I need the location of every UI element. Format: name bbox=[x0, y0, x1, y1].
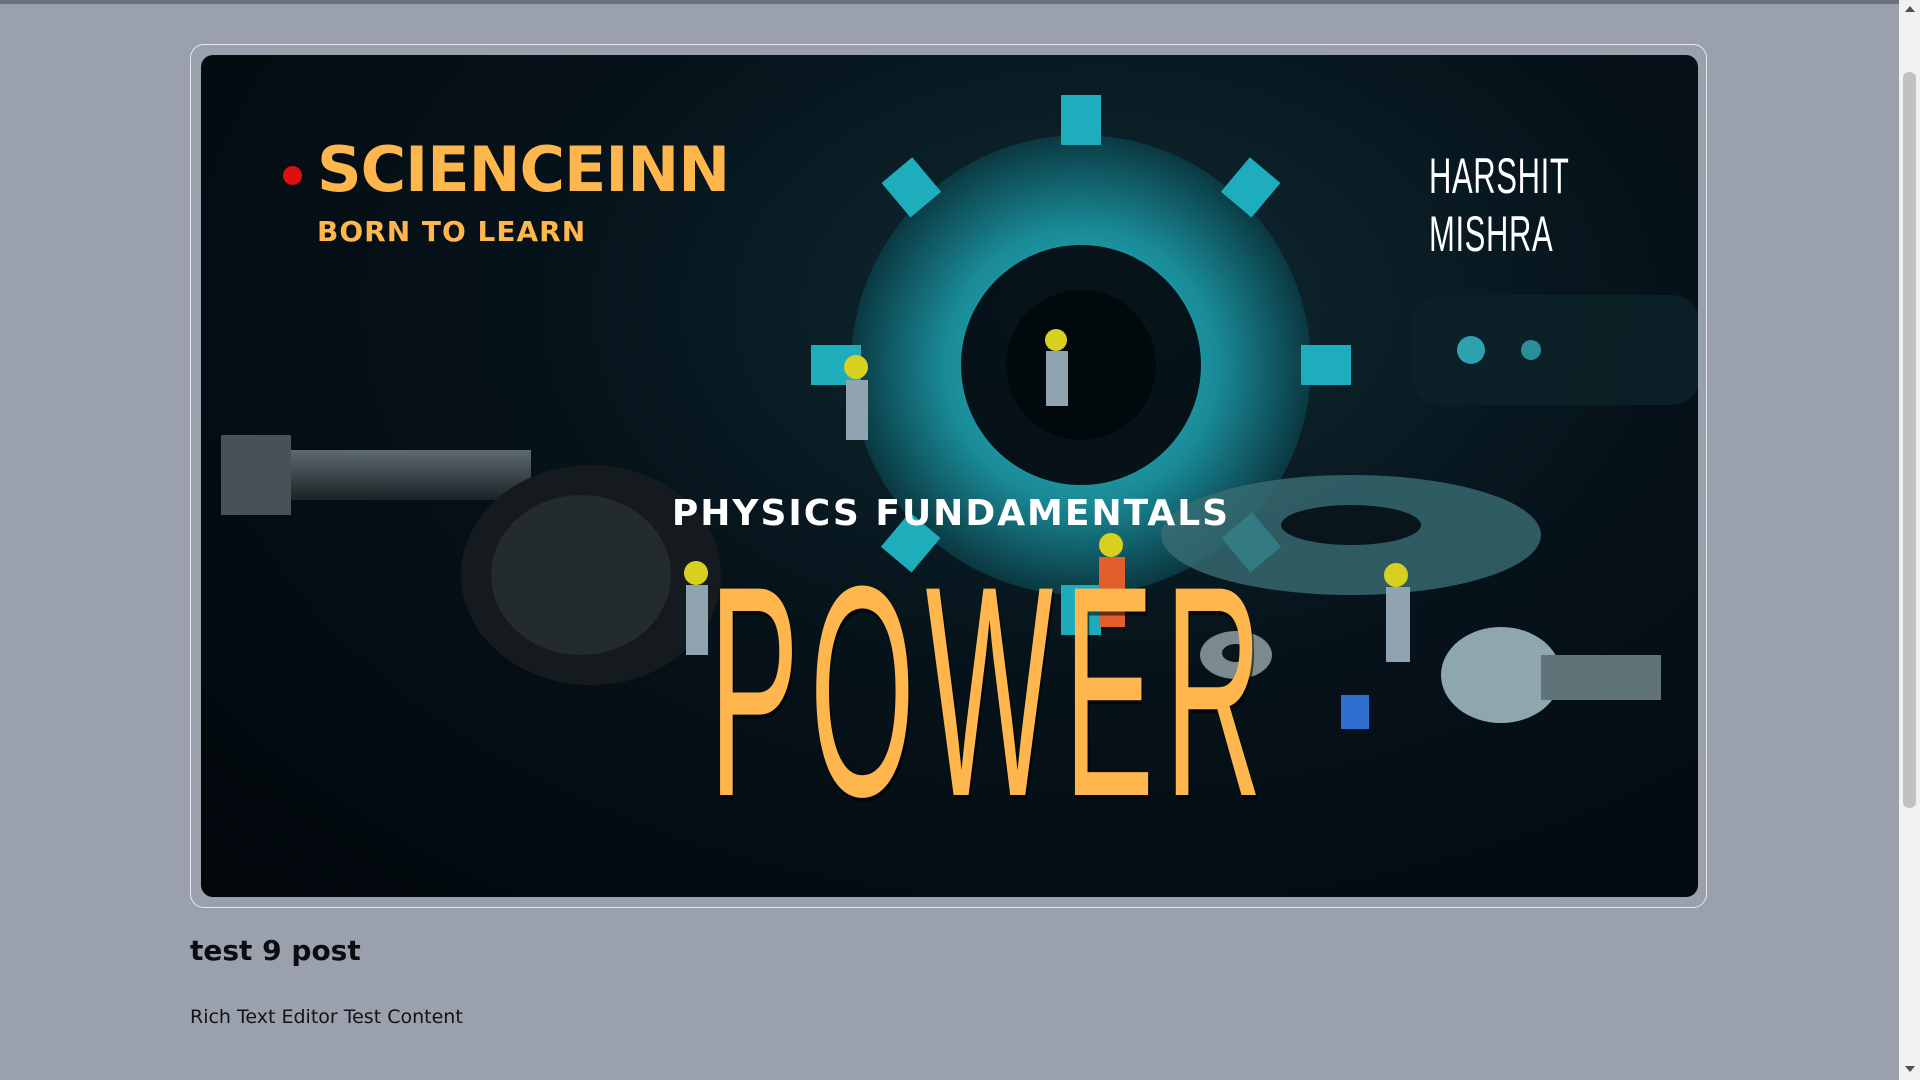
banner-headline: POWER bbox=[709, 523, 1274, 859]
post-image-card: SCIENCEINN BORN TO LEARN HARSHIT MISHRA … bbox=[190, 44, 1707, 908]
post-title: test 9 post bbox=[190, 934, 361, 967]
chevron-up-icon[interactable] bbox=[1905, 6, 1915, 12]
author-name: HARSHIT MISHRA bbox=[1429, 148, 1569, 262]
brand-logo-text: SCIENCEINN bbox=[317, 133, 730, 206]
post-banner-image: SCIENCEINN BORN TO LEARN HARSHIT MISHRA … bbox=[201, 55, 1698, 897]
brand-tagline: BORN TO LEARN bbox=[317, 215, 587, 248]
bolt-shape bbox=[221, 435, 721, 685]
chevron-down-icon[interactable] bbox=[1905, 1066, 1915, 1072]
screw-shape bbox=[1441, 627, 1661, 723]
page-content: SCIENCEINN BORN TO LEARN HARSHIT MISHRA … bbox=[0, 4, 1899, 1080]
scrollbar-thumb[interactable] bbox=[1903, 72, 1916, 808]
vertical-scrollbar[interactable] bbox=[1899, 0, 1920, 1080]
post-body: Rich Text Editor Test Content bbox=[190, 1006, 463, 1028]
brand-dot bbox=[283, 166, 302, 185]
